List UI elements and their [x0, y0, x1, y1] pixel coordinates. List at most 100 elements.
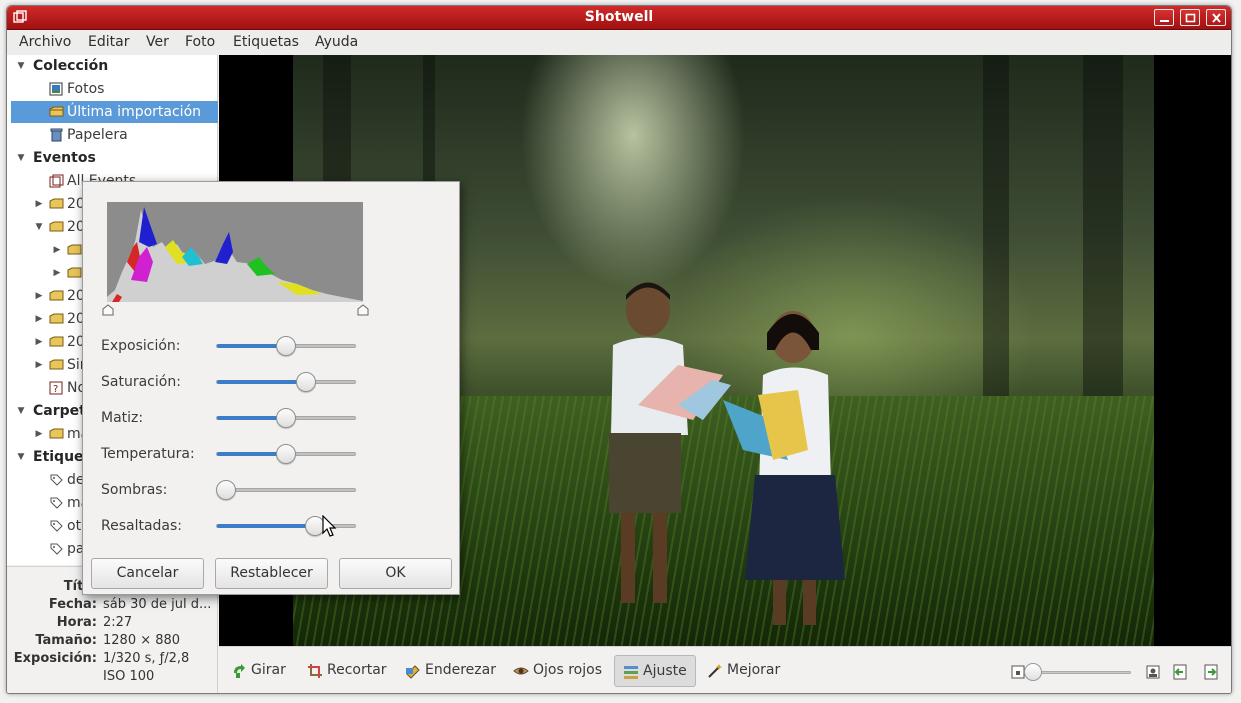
expander-closed-icon[interactable]: ▶ — [51, 239, 63, 261]
sidebar-item-coleccion[interactable]: ▼ Colección — [7, 55, 218, 77]
expander-open-icon[interactable]: ▼ — [15, 400, 27, 422]
mouse-cursor-icon — [322, 515, 337, 537]
adjust-label: Ajuste — [643, 663, 687, 679]
menu-archivo[interactable]: Archivo — [19, 34, 71, 50]
shadows-label: Sombras: — [101, 482, 168, 498]
sidebar-item-label: Colección — [33, 58, 109, 74]
saturation-slider[interactable] — [216, 380, 356, 384]
expander-closed-icon[interactable]: ▶ — [33, 193, 45, 215]
folder-icon — [49, 336, 64, 347]
saturation-label: Saturación: — [101, 374, 181, 390]
info-date-value: sáb 30 de jul d... — [103, 597, 212, 612]
info-size-label: Tamaño: — [35, 633, 97, 648]
tag-icon — [50, 497, 63, 509]
info-size-value: 1280 × 880 — [103, 633, 181, 648]
zoom-in-icon[interactable] — [1146, 665, 1160, 679]
menu-editar[interactable]: Editar — [88, 34, 129, 50]
histogram-right-handle[interactable] — [357, 304, 369, 316]
reset-button[interactable]: Restablecer — [215, 558, 328, 589]
sidebar-item-fotos[interactable]: Fotos — [7, 78, 218, 100]
folder-icon — [67, 267, 82, 278]
menu-foto[interactable]: Foto — [185, 34, 215, 50]
sidebar-item-papelera[interactable]: Papelera — [7, 124, 218, 146]
histogram-left-handle[interactable] — [102, 304, 114, 316]
zoom-out-icon[interactable] — [1011, 665, 1025, 679]
temperature-slider-knob[interactable] — [276, 444, 296, 464]
no-event-icon: ? — [49, 381, 63, 395]
crop-label: Recortar — [327, 662, 387, 678]
menu-ayuda[interactable]: Ayuda — [315, 34, 358, 50]
expander-closed-icon[interactable]: ▶ — [51, 262, 63, 284]
expander-open-icon[interactable]: ▼ — [15, 446, 27, 468]
red-eye-icon — [513, 667, 529, 675]
cancel-button[interactable]: Cancelar — [91, 558, 204, 589]
zoom-slider-knob[interactable] — [1024, 663, 1042, 681]
close-icon — [1212, 13, 1221, 23]
folder-icon — [49, 428, 64, 439]
minimize-button[interactable] — [1154, 9, 1174, 26]
expander-closed-icon[interactable]: ▶ — [33, 423, 45, 445]
folder-icon — [49, 106, 64, 117]
exposure-slider-knob[interactable] — [276, 336, 296, 356]
histogram — [107, 202, 363, 302]
photos-icon — [49, 82, 63, 96]
enhance-button[interactable]: Mejorar — [705, 655, 785, 687]
rotate-button[interactable]: Girar — [229, 655, 291, 687]
adjust-button[interactable]: Ajuste — [614, 655, 696, 687]
window-title: Shotwell — [584, 9, 654, 25]
sidebar-item-label: Etique — [33, 449, 84, 465]
tag-icon — [50, 543, 63, 555]
minimize-icon — [1160, 20, 1169, 22]
folder-icon — [67, 244, 82, 255]
tag-icon — [50, 474, 63, 486]
maximize-button[interactable] — [1180, 9, 1200, 26]
menu-bar: Archivo Editar Ver Foto Etiquetas Ayuda — [7, 31, 1231, 55]
crop-icon — [308, 664, 322, 678]
folder-icon — [49, 221, 64, 232]
close-button[interactable] — [1206, 9, 1226, 26]
adjust-icon — [624, 666, 638, 679]
rotate-icon — [234, 664, 245, 678]
menu-ver[interactable]: Ver — [146, 34, 169, 50]
enhance-icon — [708, 664, 722, 678]
expander-closed-icon[interactable]: ▶ — [33, 354, 45, 376]
previous-photo-icon[interactable] — [1172, 664, 1188, 680]
expander-open-icon[interactable]: ▼ — [33, 216, 45, 238]
tint-slider-knob[interactable] — [276, 408, 296, 428]
sidebar-item-label: Papelera — [67, 127, 128, 143]
straighten-icon — [406, 665, 420, 679]
expander-closed-icon[interactable]: ▶ — [33, 331, 45, 353]
straighten-button[interactable]: Enderezar — [403, 655, 499, 687]
tint-label: Matiz: — [101, 410, 144, 426]
red-eye-button[interactable]: Ojos rojos — [511, 655, 607, 687]
sidebar-item-label: Carpet — [33, 403, 86, 419]
folder-icon — [49, 198, 64, 209]
adjust-dialog: Exposición: Saturación: Matiz: Temperatu… — [82, 181, 460, 595]
zoom-slider-track[interactable] — [1031, 671, 1131, 674]
expander-open-icon[interactable]: ▼ — [15, 55, 27, 77]
highlights-label: Resaltadas: — [101, 518, 183, 534]
info-exposure-label: Exposición: — [13, 651, 97, 666]
shadows-slider-knob[interactable] — [216, 480, 236, 500]
sidebar-item-label: Eventos — [33, 150, 96, 166]
expander-closed-icon[interactable]: ▶ — [33, 308, 45, 330]
shadows-slider[interactable] — [216, 488, 356, 492]
bottom-toolbar: Girar Recortar Enderezar Ojos rojos Ajus… — [219, 646, 1231, 693]
info-exposure-value: 1/320 s, ƒ/2,8 — [103, 651, 190, 666]
ok-button[interactable]: OK — [339, 558, 452, 589]
title-bar[interactable]: Shotwell — [7, 6, 1231, 30]
menu-etiquetas[interactable]: Etiquetas — [233, 34, 299, 50]
expander-open-icon[interactable]: ▼ — [15, 147, 27, 169]
maximize-icon — [1185, 13, 1196, 23]
next-photo-icon[interactable] — [1203, 664, 1219, 680]
expander-closed-icon[interactable]: ▶ — [33, 285, 45, 307]
saturation-slider-knob[interactable] — [296, 372, 317, 392]
sidebar-item-ultima-importacion[interactable]: Última importación — [11, 101, 218, 123]
sidebar-item-label: Fotos — [67, 81, 105, 97]
sidebar-item-label: ot — [67, 518, 82, 534]
crop-button[interactable]: Recortar — [305, 655, 389, 687]
histogram-graph — [107, 207, 363, 302]
enhance-label: Mejorar — [727, 662, 781, 678]
folder-icon — [49, 313, 64, 324]
sidebar-item-eventos[interactable]: ▼ Eventos — [7, 147, 218, 169]
